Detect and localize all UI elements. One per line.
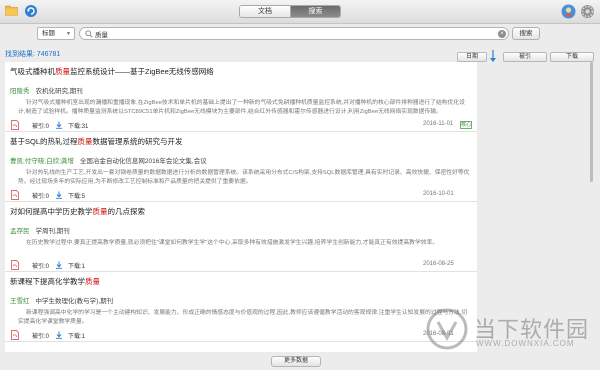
cite-count: 被引:0 bbox=[32, 334, 50, 340]
list-item[interactable]: 对如何提高中学历史教学质量的几点探索 孟存民 学周刊,期刊 在历史教学过程中,要真… bbox=[5, 202, 477, 272]
watermark-url: WWW.DOWNXIA.COM bbox=[476, 339, 575, 348]
pdf-icon[interactable] bbox=[11, 120, 19, 130]
list-item[interactable]: 气吸式播种机质量监控系统设计——基于ZigBee无线传感网络 阳陵秀 农机化研究,… bbox=[5, 62, 477, 132]
result-stats: 被引:0 下载:1 2016-08-01 bbox=[10, 329, 472, 341]
download-icon[interactable] bbox=[55, 191, 63, 199]
watermark: 当下软件园 WWW.DOWNXIA.COM bbox=[426, 308, 596, 358]
download-count: 下载:1 bbox=[68, 334, 86, 340]
search-icon bbox=[85, 30, 93, 38]
load-more-button[interactable]: 更多数据 bbox=[271, 356, 321, 367]
result-title[interactable]: 气吸式播种机质量监控系统设计——基于ZigBee无线传感网络 bbox=[10, 66, 472, 77]
result-stats: 被引:0 下载:5 2016-10-01 bbox=[10, 189, 472, 201]
result-meta: 王雪红 中学生数理化(教与学),期刊 bbox=[10, 295, 472, 305]
result-date: 2016-10-01 bbox=[423, 191, 454, 197]
pdf-icon[interactable] bbox=[11, 260, 19, 270]
search-button[interactable]: 搜索 bbox=[512, 27, 540, 40]
result-author[interactable]: 孟存民 bbox=[10, 228, 30, 235]
result-abstract: 新课程强调高中化学的学习是一个主动建构知识、发展能力、形成正确的情感态度与价值观… bbox=[18, 310, 468, 325]
chevron-down-icon: ▼ bbox=[66, 31, 71, 37]
result-source: 中学生数理化(教与学),期刊 bbox=[35, 298, 114, 305]
result-author[interactable]: 王雪红 bbox=[10, 298, 30, 305]
result-meta: 阳陵秀 农机化研究,期刊 bbox=[10, 85, 472, 95]
download-count: 下载:31 bbox=[68, 124, 89, 130]
list-item[interactable]: 基于SQL的热轧过程质量数据管理系统的研究与开发 曹凯;付守晓;白欣;龚增 全国冶… bbox=[5, 132, 477, 202]
watermark-logo-icon bbox=[426, 308, 468, 350]
result-count: 找到结果: 746781 bbox=[5, 51, 61, 58]
mode-tabs: 文档 搜索 bbox=[239, 5, 341, 18]
result-author[interactable]: 阳陵秀 bbox=[10, 88, 30, 95]
download-icon[interactable] bbox=[55, 121, 63, 129]
gear-icon[interactable] bbox=[580, 4, 595, 19]
result-source: 学周刊,期刊 bbox=[35, 228, 70, 235]
search-bar: 标题 ▼ × 搜索 bbox=[0, 24, 600, 46]
clear-icon[interactable]: × bbox=[498, 30, 506, 38]
user-avatar-icon[interactable] bbox=[561, 4, 576, 19]
cite-count: 被引:0 bbox=[32, 264, 50, 270]
tab-search[interactable]: 搜索 bbox=[290, 6, 340, 17]
sort-date-button[interactable]: 日期 bbox=[457, 52, 487, 62]
cite-count: 被引:0 bbox=[32, 124, 50, 130]
download-count: 下载:5 bbox=[68, 194, 86, 200]
result-source: 全国冶金自动化信息网2016年会论文集,会议 bbox=[79, 158, 207, 165]
result-title[interactable]: 新课程下提高化学教学质量 bbox=[10, 276, 472, 287]
result-author[interactable]: 曹凯;付守晓;白欣;龚增 bbox=[10, 158, 74, 165]
result-abstract: 针对热轧线的生产工艺,开发出一套对钢卷质量的数据数据进行分析的数据管理系统。该系… bbox=[18, 170, 470, 185]
result-date: 2016-11-01 bbox=[423, 121, 454, 127]
result-abstract: 针对气吸式播种机室出现的漏播和重播现象,在ZigBee技术和单片机的基础上提出了… bbox=[18, 100, 465, 115]
core-journal-badge: 核心 bbox=[460, 121, 472, 129]
pdf-icon[interactable] bbox=[11, 190, 19, 200]
result-meta: 曹凯;付守晓;白欣;龚增 全国冶金自动化信息网2016年会论文集,会议 bbox=[10, 155, 472, 165]
cite-count: 被引:0 bbox=[32, 194, 50, 200]
pdf-icon[interactable] bbox=[11, 330, 19, 340]
sort-download-button[interactable]: 下载 bbox=[550, 52, 594, 62]
search-input[interactable] bbox=[95, 28, 495, 39]
tab-documents[interactable]: 文档 bbox=[240, 6, 290, 17]
result-stats: 被引:0 下载:1 2016-08-25 bbox=[10, 259, 472, 271]
download-icon[interactable] bbox=[55, 261, 63, 269]
sort-cite-button[interactable]: 被引 bbox=[503, 52, 547, 62]
result-abstract: 在历史教学过程中,要真正提高教学质量,就必须把住"课堂如何教学生学"这个中心,采… bbox=[26, 240, 439, 246]
result-stats: 被引:0 下载:31 2016-11-01 核心 bbox=[10, 119, 472, 131]
download-count: 下载:1 bbox=[68, 264, 86, 270]
result-source: 农机化研究,期刊 bbox=[35, 88, 83, 95]
result-date: 2016-08-25 bbox=[423, 261, 454, 267]
results-header: 找到结果: 746781 日期 被引 下载 bbox=[0, 46, 600, 63]
search-box: × bbox=[79, 27, 509, 40]
top-toolbar: 文档 搜索 bbox=[0, 0, 600, 24]
refresh-icon[interactable] bbox=[24, 3, 38, 19]
search-field-select[interactable]: 标题 ▼ bbox=[37, 27, 75, 40]
search-field-value: 标题 bbox=[42, 30, 55, 37]
download-icon[interactable] bbox=[55, 331, 63, 339]
folder-icon[interactable] bbox=[5, 5, 18, 16]
result-title[interactable]: 基于SQL的热轧过程质量数据管理系统的研究与开发 bbox=[10, 136, 472, 147]
result-title[interactable]: 对如何提高中学历史教学质量的几点探索 bbox=[10, 206, 472, 217]
list-item[interactable]: 新课程下提高化学教学质量 王雪红 中学生数理化(教与学),期刊 新课程强调高中化学… bbox=[5, 272, 477, 342]
result-meta: 孟存民 学周刊,期刊 bbox=[10, 225, 472, 235]
sort-desc-arrow-icon[interactable] bbox=[489, 49, 497, 63]
results-list: 气吸式播种机质量监控系统设计——基于ZigBee无线传感网络 阳陵秀 农机化研究,… bbox=[5, 62, 477, 352]
